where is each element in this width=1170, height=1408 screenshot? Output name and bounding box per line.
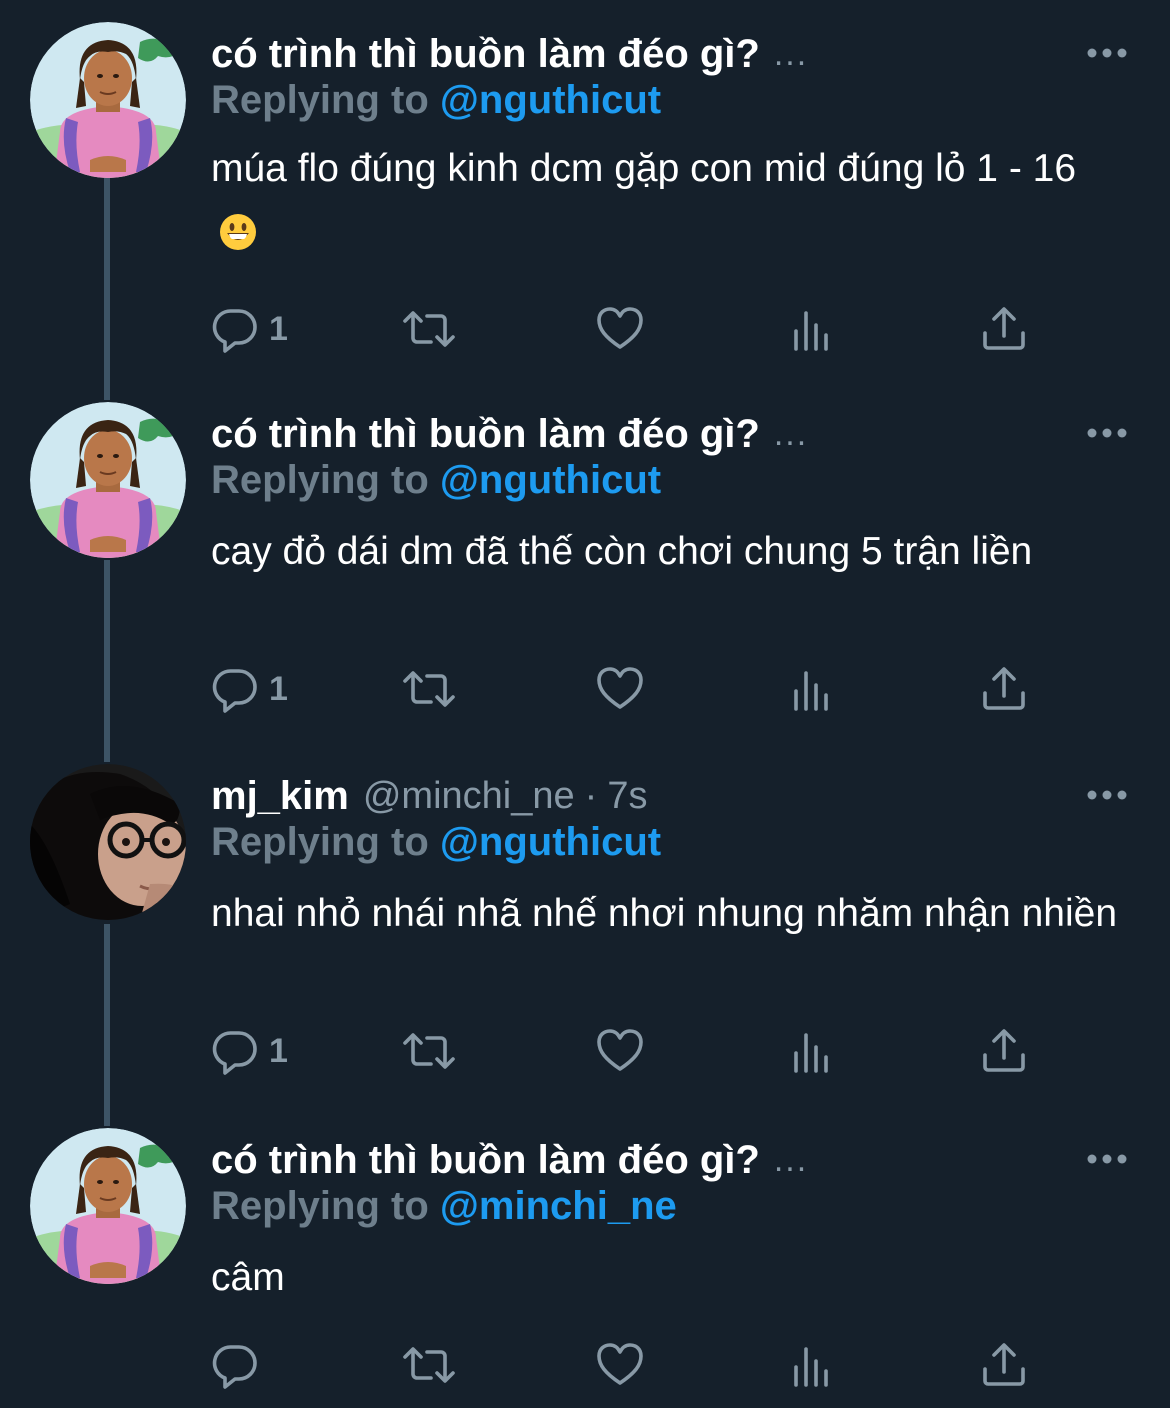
analytics-button[interactable] [791,664,833,714]
reply-bubble-icon [212,309,257,353]
bar-chart-icon [794,311,828,351]
share-upload-icon [983,307,1025,350]
reply-count: 1 [269,1031,288,1070]
share-upload-icon [983,667,1025,710]
bar-chart-icon [794,671,828,711]
more-horizontal-icon[interactable] [1086,788,1128,802]
name-overflow: ... [773,1140,809,1179]
heart-icon [597,1343,643,1385]
tweet-header: có trình thì buồn làm đéo gì? ... [211,408,808,460]
action-bar: 1 [211,304,1111,354]
mention-link[interactable]: @minchi_ne [440,1184,677,1228]
reply-bubble-icon [212,1031,257,1075]
tweet-text: nhai nhỏ nhái nhã nhế nhơi nhung nhăm nh… [211,892,1118,935]
thread-line [104,178,110,400]
analytics-button[interactable] [791,304,833,354]
reply-button[interactable] [211,1340,269,1390]
mention-link[interactable]: @nguthicut [440,78,661,122]
like-button[interactable] [595,1026,645,1076]
tweet-text: cay đỏ dái dm đã thế còn chơi chung 5 tr… [211,530,1033,573]
share-upload-icon [983,1343,1025,1386]
retweet-icon [403,311,455,347]
more-horizontal-icon[interactable] [1086,426,1128,440]
more-horizontal-icon[interactable] [1086,46,1128,60]
action-bar: 1 [211,1026,1111,1076]
mention-link[interactable]: @nguthicut [440,820,661,864]
share-button[interactable] [981,1340,1027,1390]
name-overflow: ... [773,414,809,453]
tweet-text-content: múa flo đúng kinh dcm gặp con mid đúng l… [211,147,1077,190]
name-overflow: ... [773,34,809,73]
replying-to: Replying to @minchi_ne [211,1184,677,1229]
share-button[interactable] [981,664,1027,714]
heart-icon [597,667,643,709]
like-button[interactable] [595,304,645,354]
retweet-button[interactable] [399,1340,459,1390]
thread-line [104,924,110,1126]
thread-line [104,560,110,762]
retweet-icon [403,1033,455,1069]
tweet-header: có trình thì buồn làm đéo gì? ... [211,1134,808,1186]
tweet-header: có trình thì buồn làm đéo gì? ... [211,28,808,80]
retweet-button[interactable] [399,664,459,714]
heart-icon [597,307,643,349]
reply-button[interactable]: 1 [211,664,288,714]
replying-label: Replying to [211,820,429,864]
retweet-icon [403,1347,455,1383]
display-name[interactable]: mj_kim [211,774,349,819]
action-bar [211,1340,1111,1390]
display-name[interactable]: có trình thì buồn làm đéo gì? [211,32,760,77]
replying-label: Replying to [211,1184,429,1228]
display-name[interactable]: có trình thì buồn làm đéo gì? [211,412,760,457]
mention-link[interactable]: @nguthicut [440,458,661,502]
tweet-header: mj_kim @minchi_ne · 7s [211,770,647,822]
separator-dot: · [584,774,598,817]
action-bar: 1 [211,664,1111,714]
reply-bubble-icon [212,1345,257,1389]
share-button[interactable] [981,304,1027,354]
like-button[interactable] [595,664,645,714]
avatar[interactable] [30,764,186,920]
tweet-text: múa flo đúng kinh dcm gặp con mid đúng l… [211,136,1131,268]
analytics-button[interactable] [791,1340,833,1390]
grinning-face-emoji [220,214,256,250]
user-handle[interactable]: @minchi_ne [363,775,575,818]
reply-count: 1 [269,669,288,708]
retweet-button[interactable] [399,1026,459,1076]
avatar[interactable] [30,1128,186,1284]
bar-chart-icon [794,1033,828,1073]
reply-button[interactable]: 1 [211,304,288,354]
replying-label: Replying to [211,78,429,122]
replying-to: Replying to @nguthicut [211,458,661,503]
tweet-text: câm [211,1256,285,1299]
retweet-button[interactable] [399,304,459,354]
reply-bubble-icon [212,669,257,713]
share-upload-icon [983,1029,1025,1072]
more-horizontal-icon[interactable] [1086,1152,1128,1166]
retweet-icon [403,671,455,707]
replying-to: Replying to @nguthicut [211,820,661,865]
share-button[interactable] [981,1026,1027,1076]
reply-button[interactable]: 1 [211,1026,288,1076]
reply-count: 1 [269,309,288,348]
analytics-button[interactable] [791,1026,833,1076]
display-name[interactable]: có trình thì buồn làm đéo gì? [211,1138,760,1183]
avatar[interactable] [30,22,186,178]
timestamp[interactable]: 7s [607,775,647,818]
replying-label: Replying to [211,458,429,502]
avatar[interactable] [30,402,186,558]
bar-chart-icon [794,1347,828,1387]
like-button[interactable] [595,1340,645,1390]
heart-icon [597,1029,643,1071]
replying-to: Replying to @nguthicut [211,78,661,123]
